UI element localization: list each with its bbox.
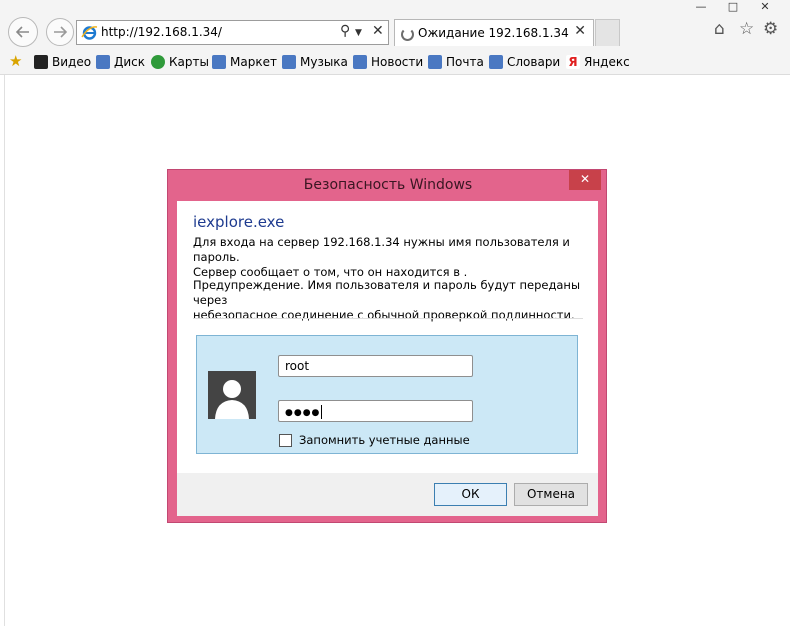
tab-title: Ожидание 192.168.1.34 xyxy=(418,26,569,40)
favorite-label: Диск xyxy=(114,55,146,69)
favorite-music[interactable]: Музыка xyxy=(282,53,348,71)
remember-checkbox[interactable] xyxy=(279,433,292,447)
remember-label: Запомнить учетные данные xyxy=(299,433,470,447)
username-field[interactable]: root xyxy=(278,355,473,377)
favorite-dictionary[interactable]: Словари xyxy=(489,53,560,71)
favorite-label: Маркет xyxy=(230,55,277,69)
music-icon xyxy=(282,55,296,69)
warning-message: Предупреждение. Имя пользователя и парол… xyxy=(193,278,593,323)
favorites-star-icon[interactable]: ☆ xyxy=(739,19,754,39)
ok-button[interactable]: ОК xyxy=(434,483,507,506)
credential-tile[interactable]: root ●●●● Запомнить учетные данные xyxy=(196,335,578,454)
loading-spinner-icon xyxy=(401,28,414,41)
stop-icon[interactable]: ✕ xyxy=(372,23,384,39)
tab-loading[interactable]: Ожидание 192.168.1.34 ✕ xyxy=(394,19,594,46)
window-close-button[interactable]: ✕ xyxy=(752,0,778,14)
tab-close-icon[interactable]: ✕ xyxy=(574,23,586,39)
forward-button[interactable] xyxy=(46,18,74,46)
favorite-label: Яндекс xyxy=(584,55,630,69)
dialog-body: iexplore.exe Для входа на сервер 192.168… xyxy=(177,201,598,484)
server-message: Для входа на сервер 192.168.1.34 нужны и… xyxy=(193,235,593,280)
internet-explorer-icon xyxy=(81,26,98,40)
app-name: iexplore.exe xyxy=(193,213,285,231)
dictionary-icon xyxy=(489,55,503,69)
dialog-title: Безопасность Windows xyxy=(303,177,473,193)
favorite-video[interactable]: Видео xyxy=(34,53,91,71)
settings-gear-icon[interactable]: ⚙ xyxy=(763,19,778,39)
favorite-label: Музыка xyxy=(300,55,348,69)
back-button[interactable] xyxy=(8,17,38,47)
video-icon xyxy=(34,55,48,69)
warning-line: Предупреждение. Имя пользователя и парол… xyxy=(193,278,581,307)
separator xyxy=(193,318,583,319)
mail-icon xyxy=(428,55,442,69)
market-icon xyxy=(212,55,226,69)
favorite-yandex[interactable]: Я Яндекс xyxy=(566,53,630,71)
dialog-close-button[interactable]: ✕ xyxy=(569,170,601,190)
favorite-label: Новости xyxy=(371,55,424,69)
cancel-button[interactable]: Отмена xyxy=(514,483,588,506)
favorite-market[interactable]: Маркет xyxy=(212,53,277,71)
address-bar[interactable]: http://192.168.1.34/ ⚲ ▼ ✕ xyxy=(76,20,389,45)
maximize-button[interactable]: □ xyxy=(720,0,746,14)
favorite-label: Карты xyxy=(169,55,209,69)
news-icon xyxy=(353,55,367,69)
dropdown-icon[interactable]: ▼ xyxy=(355,28,362,38)
favorite-maps[interactable]: Карты xyxy=(151,53,209,71)
warning-line: небезопасное соединение с обычной провер… xyxy=(193,308,575,322)
new-tab-button[interactable] xyxy=(595,19,620,46)
security-dialog: Безопасность Windows ✕ iexplore.exe Для … xyxy=(167,169,607,523)
yandex-icon: Я xyxy=(566,55,580,69)
username-value: root xyxy=(285,359,310,373)
dialog-footer: ОК Отмена xyxy=(177,473,598,516)
minimize-button[interactable]: — xyxy=(688,0,714,14)
favorite-label: Видео xyxy=(52,55,92,69)
search-icon[interactable]: ⚲ xyxy=(340,23,350,39)
add-favorite-star-icon[interactable]: ★ xyxy=(9,52,22,70)
favorite-label: Словари xyxy=(507,55,561,69)
favorite-label: Почта xyxy=(446,55,484,69)
user-avatar-icon xyxy=(208,371,256,419)
favorite-disk[interactable]: Диск xyxy=(96,53,145,71)
favorite-mail[interactable]: Почта xyxy=(428,53,484,71)
remember-credentials[interactable]: Запомнить учетные данные xyxy=(279,433,470,447)
arrow-left-icon xyxy=(15,26,29,38)
message-line: Для входа на сервер 192.168.1.34 нужны и… xyxy=(193,235,570,264)
address-url[interactable]: http://192.168.1.34/ xyxy=(101,25,222,39)
password-value: ●●●● xyxy=(285,408,321,418)
arrow-right-icon xyxy=(54,26,68,38)
home-icon[interactable]: ⌂ xyxy=(714,19,725,39)
password-field[interactable]: ●●●● xyxy=(278,400,473,422)
favorites-bar: ★ Видео Диск Карты Маркет Музыка Новости… xyxy=(0,50,790,75)
text-caret xyxy=(321,404,323,419)
browser-toolbar: — □ ✕ http://192.168.1.34/ ⚲ ▼ ✕ Ожидани… xyxy=(0,0,790,50)
maps-icon xyxy=(151,55,165,69)
favorite-news[interactable]: Новости xyxy=(353,53,423,71)
disk-icon xyxy=(96,55,110,69)
